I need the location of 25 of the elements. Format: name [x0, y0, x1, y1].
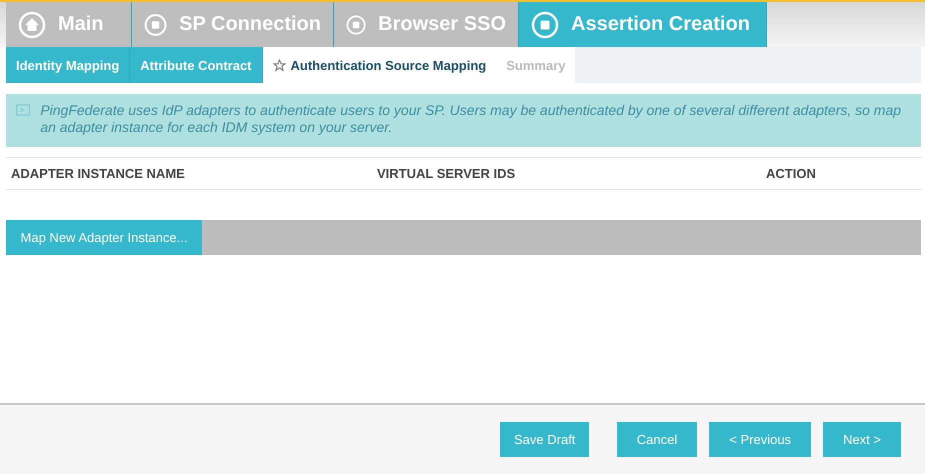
- stop-icon: [531, 10, 559, 38]
- tab-label: Main: [58, 13, 104, 36]
- star-icon: [272, 58, 286, 72]
- column-header: ACTION: [766, 166, 817, 181]
- tab-label: SP Connection: [179, 13, 321, 36]
- save-draft-button[interactable]: Save Draft: [500, 422, 590, 457]
- map-adapter-button[interactable]: Map New Adapter Instance...: [6, 220, 202, 255]
- step-tab[interactable]: SP Connection: [132, 2, 334, 47]
- info-icon: [16, 102, 30, 118]
- tab-label: Assertion Creation: [571, 13, 750, 36]
- wizard-tab[interactable]: Attribute Contract: [130, 47, 262, 83]
- home-icon: [18, 10, 46, 38]
- tab-label: Browser SSO: [378, 13, 506, 36]
- cancel-button[interactable]: Cancel: [616, 422, 698, 457]
- wizard-tab[interactable]: Identity Mapping: [6, 47, 130, 83]
- next-button[interactable]: Next >: [823, 422, 901, 457]
- previous-button[interactable]: < Previous: [709, 422, 812, 457]
- step-tab[interactable]: Main: [6, 2, 132, 47]
- column-header: ADAPTER INSTANCE NAME: [11, 166, 186, 181]
- wizard-tab[interactable]: Summary: [496, 47, 576, 83]
- step-tab[interactable]: Browser SSO: [334, 2, 519, 47]
- wizard-tab[interactable]: Authentication Source Mapping: [262, 47, 496, 83]
- column-header: VIRTUAL SERVER IDS: [377, 166, 516, 181]
- step-tab[interactable]: Assertion Creation: [519, 2, 767, 47]
- info-message: PingFederate uses IdP adapters to authenticate users to your SP. Users may be authenticated by one of several different adapters, so map an adapter instance for each IDM system on your server.: [40, 102, 902, 137]
